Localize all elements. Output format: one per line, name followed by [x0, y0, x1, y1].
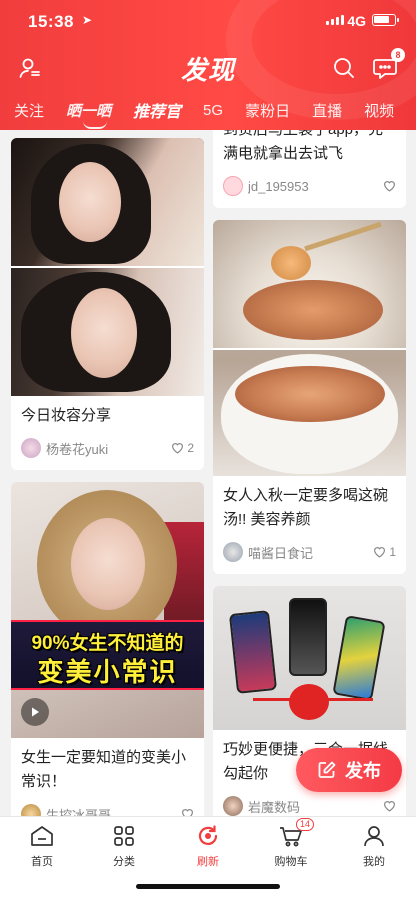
feed-column-right: 到货后马上装了app，充满电就拿出去试飞 jd_195953 女人入秋一定要多喝…: [213, 130, 406, 818]
post-image: [213, 220, 406, 476]
post-meta: 生控冰哥哥: [11, 794, 204, 818]
feed-card[interactable]: 90%女生不知道的 变美小常识 女生一定要知道的变美小常识！ 生控冰哥哥: [11, 482, 204, 818]
like-button[interactable]: [383, 180, 396, 192]
tab-live[interactable]: 直播: [301, 100, 353, 121]
message-button[interactable]: 8: [370, 48, 405, 84]
post-title: 女人入秋一定要多喝这碗汤!! 美容养颜: [223, 487, 389, 528]
publish-button[interactable]: 发布: [296, 748, 402, 792]
post-video-thumbnail: 90%女生不知道的 变美小常识: [11, 482, 204, 738]
post-title: 女生一定要知道的变美小常识！: [21, 749, 187, 790]
network-type: 4G: [347, 13, 366, 29]
heart-icon: [384, 801, 395, 812]
post-image: [213, 586, 406, 730]
feed-card[interactable]: 今日妆容分享 杨卷花yuki 2: [11, 138, 204, 470]
play-button[interactable]: [21, 698, 49, 726]
like-button[interactable]: 1: [373, 545, 396, 559]
post-author[interactable]: jd_195953: [248, 179, 383, 194]
video-overlay-line-2: 变美小常识: [37, 657, 178, 687]
feed-column-left: 今日妆容分享 杨卷花yuki 2 90%女生不知道的 变美小常识 女生一定要知道…: [11, 138, 204, 818]
message-badge: 8: [391, 48, 405, 62]
post-author[interactable]: 喵酱日食记: [248, 543, 373, 562]
top-bar: 发现 8: [0, 46, 416, 90]
nav-home[interactable]: 首页: [7, 823, 77, 869]
location-arrow-icon: ➤: [82, 13, 93, 27]
nav-category-label: 分类: [113, 856, 135, 868]
nav-cart-label: 购物车: [274, 856, 308, 868]
avatar[interactable]: [223, 176, 243, 196]
post-title: 今日妆容分享: [21, 407, 112, 424]
refresh-icon: [198, 825, 218, 845]
video-overlay-line-1: 90%女生不知道的: [31, 633, 184, 654]
tab-follow[interactable]: 关注: [0, 100, 55, 121]
status-time: 15:38: [28, 12, 74, 31]
status-bar: 15:38 ➤ 4G: [0, 0, 416, 44]
post-meta: 喵酱日食记 1: [213, 532, 406, 574]
heart-icon: [172, 443, 184, 454]
tab-recommend[interactable]: 推荐官: [122, 98, 192, 122]
heart-icon: [384, 181, 395, 192]
cart-badge: 14: [296, 818, 315, 831]
tab-share[interactable]: 晒一晒: [55, 100, 122, 129]
home-icon: [31, 826, 53, 846]
feed: 今日妆容分享 杨卷花yuki 2 90%女生不知道的 变美小常识 女生一定要知道…: [0, 130, 416, 818]
avatar[interactable]: [223, 542, 243, 562]
post-image: [11, 138, 204, 396]
nav-cart[interactable]: 14 购物车: [256, 818, 326, 869]
tab-5g[interactable]: 5G: [192, 102, 234, 119]
avatar[interactable]: [21, 438, 41, 458]
nav-refresh-label: 刷新: [197, 856, 219, 868]
like-button[interactable]: 2: [171, 441, 194, 455]
signal-icon: [326, 15, 344, 25]
post-author[interactable]: 岩魔数码: [248, 797, 383, 816]
battery-icon: [372, 14, 399, 26]
header: 15:38 ➤ 4G 发现 8 关注 晒一晒 推荐官 5G 蒙粉日 直播 视频: [0, 0, 416, 130]
nav-home-label: 首页: [31, 856, 53, 868]
post-title: 到货后马上装了app，充满电就拿出去试飞: [223, 130, 383, 162]
smile-icon: [83, 121, 108, 129]
like-button[interactable]: [383, 800, 396, 812]
like-count: 1: [389, 545, 396, 559]
feed-card[interactable]: 到货后马上装了app，充满电就拿出去试飞 jd_195953: [213, 130, 406, 208]
feed-card[interactable]: 女人入秋一定要多喝这碗汤!! 美容养颜 喵酱日食记 1: [213, 220, 406, 574]
tab-share-label: 晒一晒: [66, 102, 112, 120]
profile-icon: [364, 826, 384, 847]
publish-label: 发布: [345, 761, 381, 781]
post-author[interactable]: 杨卷花yuki: [46, 439, 171, 458]
tab-video[interactable]: 视频: [353, 100, 405, 121]
post-meta: 杨卷花yuki 2: [11, 428, 204, 470]
like-count: 2: [187, 441, 194, 455]
nav-profile[interactable]: 我的: [339, 823, 409, 869]
edit-icon: [318, 761, 336, 778]
category-icon: [114, 826, 134, 846]
nav-category[interactable]: 分类: [89, 823, 159, 869]
home-indicator: [136, 884, 280, 889]
search-icon: [334, 58, 354, 78]
nav-profile-label: 我的: [363, 856, 385, 868]
search-button[interactable]: [328, 52, 360, 84]
category-tabs: 关注 晒一晒 推荐官 5G 蒙粉日 直播 视频: [0, 96, 416, 129]
tab-fan-day[interactable]: 蒙粉日: [234, 100, 301, 121]
heart-icon: [374, 547, 386, 558]
post-meta: jd_195953: [213, 166, 406, 208]
play-icon: [32, 707, 39, 717]
nav-refresh[interactable]: 刷新: [173, 823, 243, 869]
avatar[interactable]: [223, 796, 243, 816]
